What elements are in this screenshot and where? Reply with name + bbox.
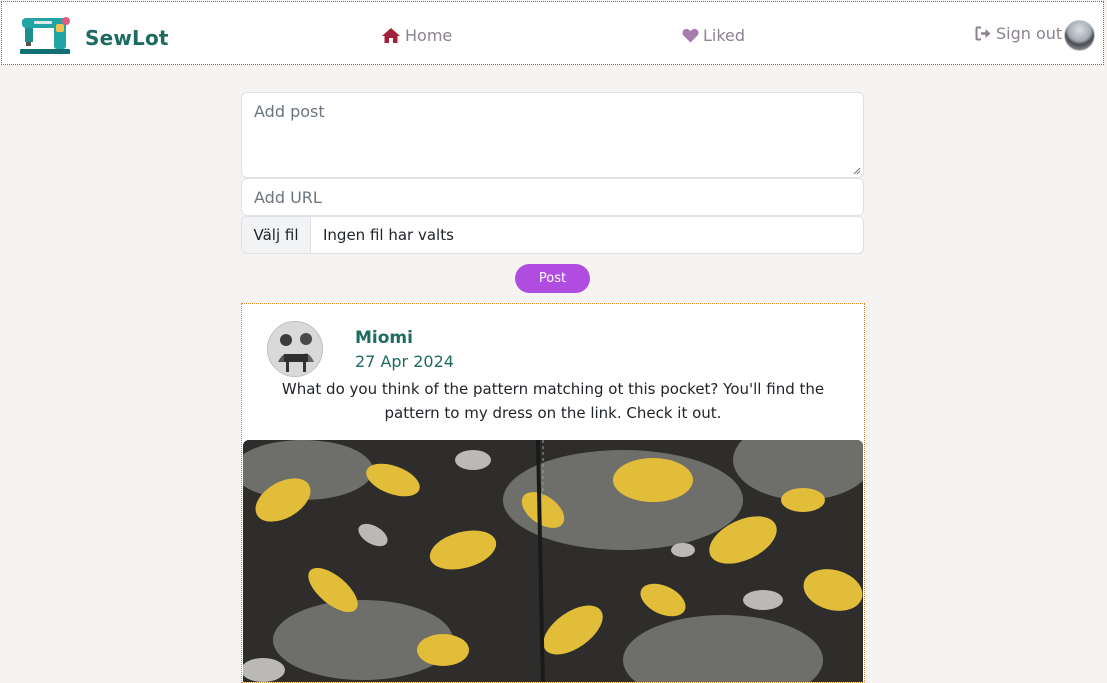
nav-liked-label: Liked [703, 26, 746, 45]
url-input[interactable]: Add URL [241, 178, 864, 216]
choose-file-button[interactable]: Välj fil [242, 217, 311, 253]
file-status-text: Ingen fil har valts [323, 226, 454, 244]
sewing-machine-icon[interactable] [18, 12, 72, 56]
nav-home-link[interactable]: Home [381, 26, 452, 45]
brand-name[interactable]: SewLot [85, 26, 169, 50]
post-content-input[interactable]: Add post [241, 92, 864, 178]
nav-home-label: Home [405, 26, 453, 45]
nav-signout-label: Sign out [996, 24, 1063, 43]
post-content-placeholder: Add post [254, 102, 325, 121]
nav-liked-link[interactable]: Liked [682, 26, 745, 45]
home-icon [381, 27, 401, 44]
post-author[interactable]: Miomi [355, 328, 413, 348]
url-placeholder: Add URL [254, 188, 322, 207]
post-text: What do you think of the pattern matchin… [281, 380, 825, 422]
navbar: SewLot Home Liked Sign out [1, 1, 1104, 65]
nav-signout-link[interactable]: Sign out [975, 24, 1062, 43]
post-card: Miomi 27 Apr 2024 What do you think of t… [241, 303, 865, 683]
heart-icon [682, 28, 699, 43]
file-input[interactable]: Välj fil Ingen fil har valts [241, 216, 864, 254]
resize-handle-icon[interactable] [853, 167, 861, 175]
post-date: 27 Apr 2024 [355, 352, 454, 371]
post-image[interactable] [243, 440, 863, 682]
user-avatar[interactable] [1064, 20, 1095, 51]
post-submit-button[interactable]: Post [515, 264, 590, 293]
author-avatar[interactable] [267, 321, 323, 377]
sign-out-icon [975, 26, 992, 41]
